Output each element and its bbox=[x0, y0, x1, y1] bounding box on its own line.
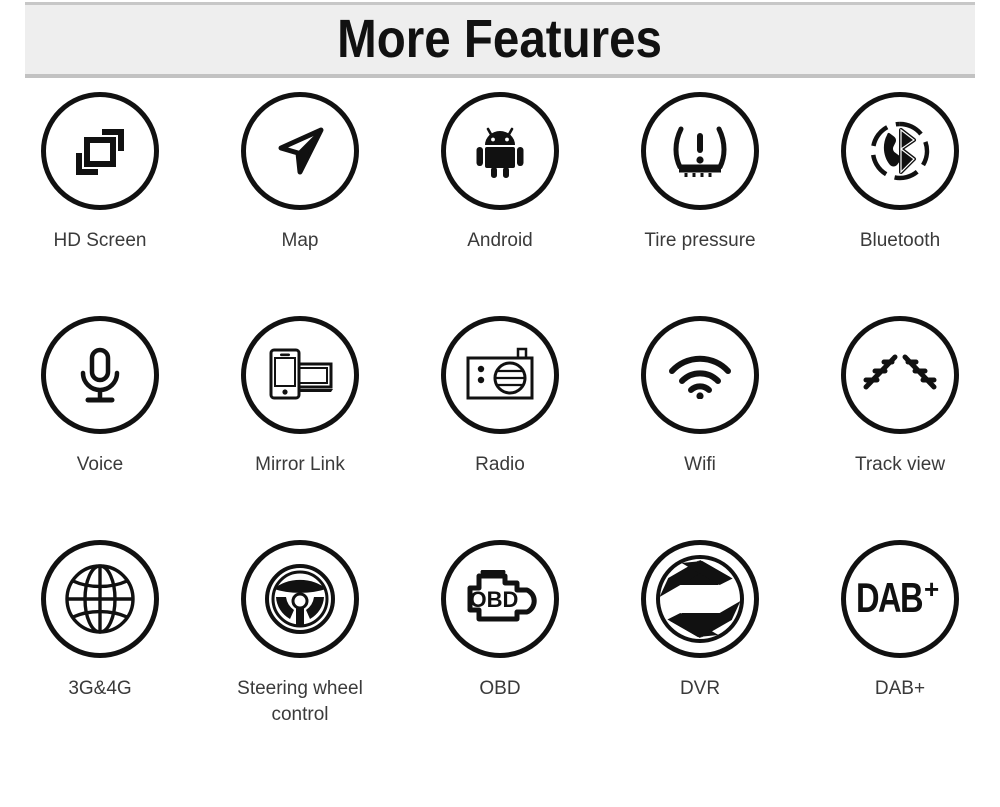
tpms-warning-icon bbox=[641, 92, 759, 210]
feature-label: Steering wheel control bbox=[237, 678, 363, 725]
android-robot-icon bbox=[441, 92, 559, 210]
feature-grid: HD Screen Map Android Tire pressure Blue… bbox=[0, 92, 1000, 764]
dab-plus-logo-icon: DAB + bbox=[841, 540, 959, 658]
radio-receiver-icon bbox=[441, 316, 559, 434]
feature-label: Tire pressure bbox=[644, 230, 756, 251]
bluetooth-handset-icon bbox=[841, 92, 959, 210]
feature-label: DVR bbox=[679, 678, 721, 699]
feature-label: Wifi bbox=[684, 454, 716, 475]
feature-item-android[interactable]: Android bbox=[400, 92, 600, 316]
hd-screen-icon bbox=[41, 92, 159, 210]
feature-label: Voice bbox=[76, 454, 124, 475]
phone-laptop-mirror-icon bbox=[241, 316, 359, 434]
feature-label: OBD bbox=[479, 678, 521, 699]
svg-text:+: + bbox=[924, 576, 939, 604]
feature-item-track-view[interactable]: Track view bbox=[800, 316, 1000, 540]
steering-wheel-icon bbox=[241, 540, 359, 658]
page-title: More Features bbox=[337, 8, 663, 69]
feature-item-map[interactable]: Map bbox=[200, 92, 400, 316]
check-engine-obd-icon: OBD bbox=[441, 540, 559, 658]
feature-label: 3G&4G bbox=[68, 678, 132, 699]
feature-item-bluetooth[interactable]: Bluetooth bbox=[800, 92, 1000, 316]
feature-item-mirror-link[interactable]: Mirror Link bbox=[200, 316, 400, 540]
feature-label: Radio bbox=[475, 454, 525, 475]
feature-label: DAB+ bbox=[874, 678, 926, 699]
svg-text:DAB: DAB bbox=[856, 576, 923, 621]
feature-item-hd-screen[interactable]: HD Screen bbox=[0, 92, 200, 316]
feature-item-dab-plus[interactable]: DAB + DAB+ bbox=[800, 540, 1000, 764]
feature-item-wifi[interactable]: Wifi bbox=[600, 316, 800, 540]
feature-label: Mirror Link bbox=[255, 454, 345, 475]
globe-wireframe-icon bbox=[41, 540, 159, 658]
feature-item-radio[interactable]: Radio bbox=[400, 316, 600, 540]
feature-item-tire-pressure[interactable]: Tire pressure bbox=[600, 92, 800, 316]
feature-label: Track view bbox=[854, 454, 946, 475]
feature-item-3g4g[interactable]: 3G&4G bbox=[0, 540, 200, 764]
navigation-arrow-icon bbox=[241, 92, 359, 210]
svg-text:OBD: OBD bbox=[470, 587, 519, 612]
wifi-signal-icon bbox=[641, 316, 759, 434]
feature-item-voice[interactable]: Voice bbox=[0, 316, 200, 540]
feature-item-obd[interactable]: OBD OBD bbox=[400, 540, 600, 764]
microphone-icon bbox=[41, 316, 159, 434]
feature-item-steering-wheel-control[interactable]: Steering wheel control bbox=[200, 540, 400, 764]
page-header-band: More Features bbox=[25, 2, 975, 78]
feature-item-dvr[interactable]: DVR bbox=[600, 540, 800, 764]
feature-label: HD Screen bbox=[53, 230, 147, 251]
feature-label: Bluetooth bbox=[859, 230, 941, 251]
parking-guideline-icon bbox=[841, 316, 959, 434]
feature-label: Android bbox=[467, 230, 533, 251]
camera-aperture-icon bbox=[641, 540, 759, 658]
feature-label: Map bbox=[281, 230, 319, 251]
